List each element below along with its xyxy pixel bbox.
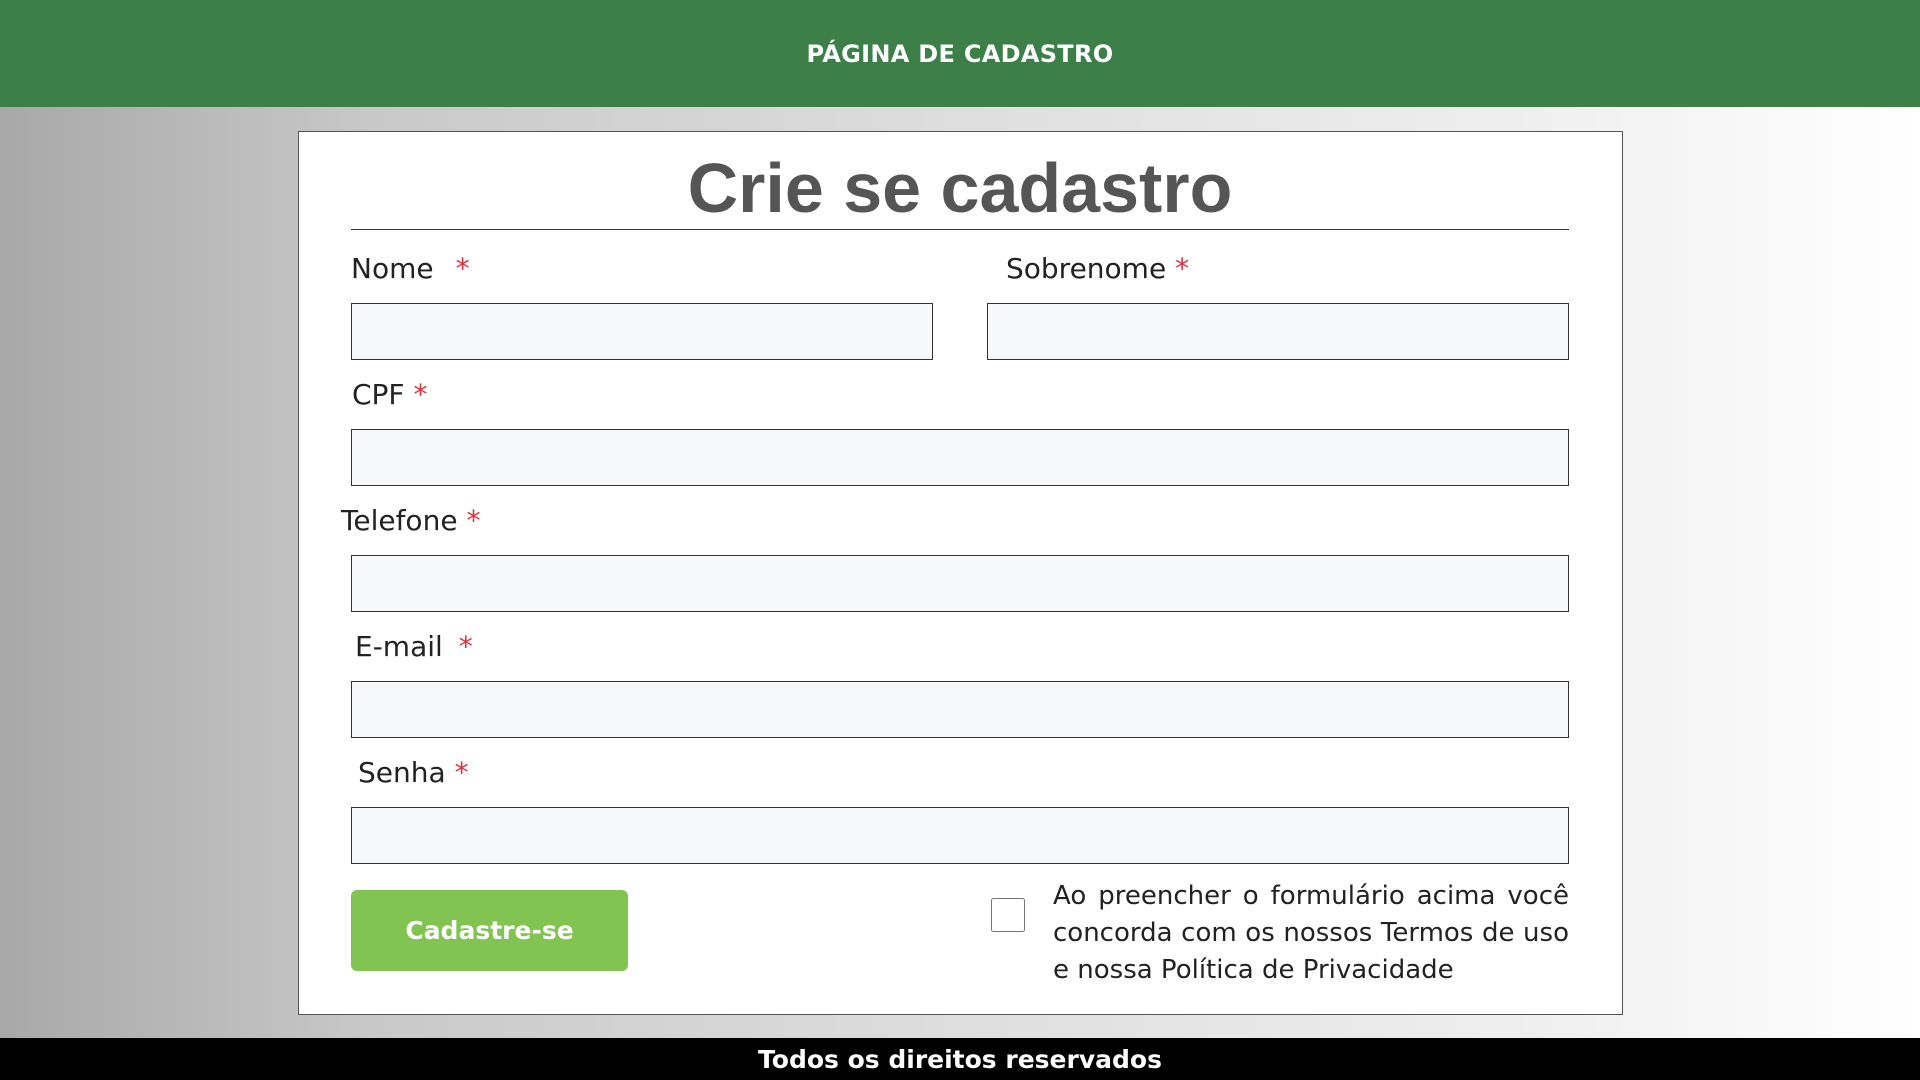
telefone-label: Telefone * [341,504,480,537]
footer: Todos os direitos reservados [0,1038,1920,1080]
required-marker: * [413,378,428,411]
required-marker: * [1175,252,1190,285]
top-header: PÁGINA DE CADASTRO [0,0,1920,107]
email-label-text: E-mail [355,630,443,663]
terms-text: Ao preencher o formulário acima você con… [1053,881,1569,985]
required-marker: * [454,756,469,789]
required-marker: * [458,630,473,663]
email-input[interactable] [351,681,1569,738]
nome-label: Nome * [351,252,470,285]
telefone-label-text: Telefone [341,504,458,537]
nome-input[interactable] [351,303,933,360]
email-label: E-mail * [355,630,473,663]
terms-checkbox[interactable] [991,898,1025,932]
registration-card: Crie se cadastro Nome * Sobrenome * CPF *… [298,131,1623,1015]
title-divider [351,229,1569,230]
required-marker: * [466,504,481,537]
sobrenome-label-text: Sobrenome [1006,252,1167,285]
telefone-input[interactable] [351,555,1569,612]
senha-label-text: Senha [358,756,446,789]
footer-text: Todos os direitos reservados [758,1044,1162,1074]
nome-label-text: Nome [351,252,434,285]
cpf-label-text: CPF [352,378,405,411]
required-marker: * [455,252,470,285]
cadastre-se-button[interactable]: Cadastre-se [351,890,628,971]
page-title: PÁGINA DE CADASTRO [806,39,1114,68]
sobrenome-label: Sobrenome * [1006,252,1189,285]
sobrenome-input[interactable] [987,303,1569,360]
cpf-label: CPF * [352,378,427,411]
senha-label: Senha * [358,756,469,789]
cpf-input[interactable] [351,429,1569,486]
form-title: Crie se cadastro [687,149,1233,227]
senha-input[interactable] [351,807,1569,864]
